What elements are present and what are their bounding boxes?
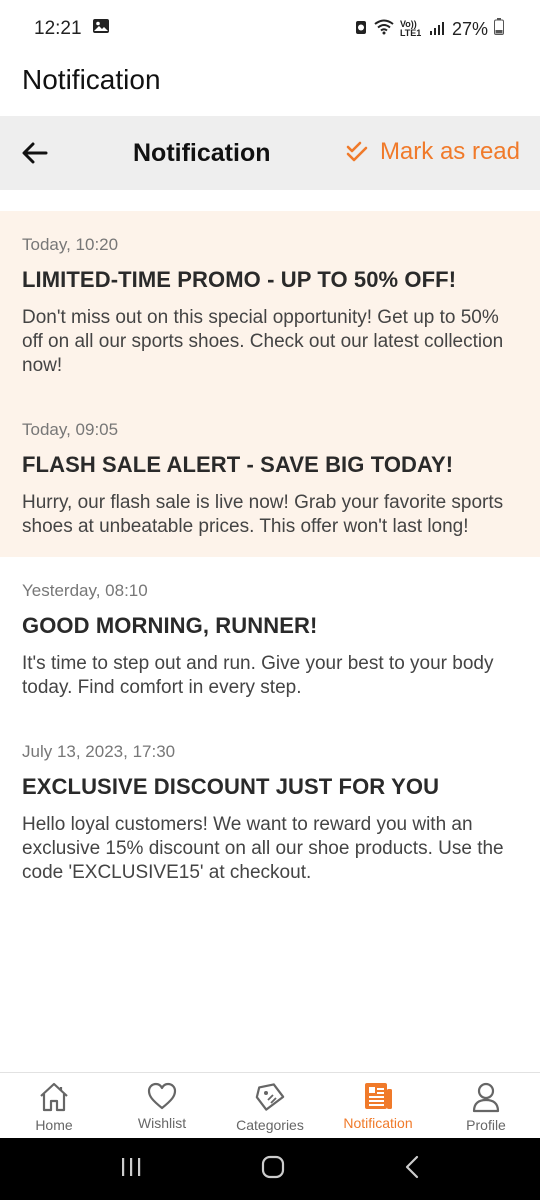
notification-title: LIMITED-TIME PROMO - UP TO 50% OFF!	[22, 267, 457, 292]
wifi-icon	[374, 19, 394, 40]
app-title: Notification	[22, 64, 161, 95]
notification-item[interactable]: Today, 10:20 LIMITED-TIME PROMO - UP TO …	[0, 211, 540, 396]
status-time: 12:21	[34, 18, 82, 39]
battery-percent: 27%	[451, 18, 488, 39]
page-title: Notification	[133, 139, 271, 167]
nav-profile-label: Profile	[466, 1117, 506, 1133]
notification-title: FLASH SALE ALERT - SAVE BIG TODAY!	[22, 452, 454, 477]
nav-notification-label: Notification	[343, 1115, 413, 1131]
nav-categories-label: Categories	[236, 1117, 304, 1133]
notification-time: Today, 10:20	[22, 235, 119, 254]
notification-item[interactable]: Today, 09:05 FLASH SALE ALERT - SAVE BIG…	[0, 396, 540, 557]
nav-wishlist[interactable]: Wishlist	[108, 1073, 216, 1138]
back-button[interactable]	[20, 138, 50, 168]
newspaper-icon	[365, 1083, 392, 1109]
double-check-icon	[346, 141, 368, 162]
mark-as-read-button[interactable]: Mark as read	[346, 138, 520, 166]
notification-body: It's time to step out and run. Give your…	[22, 653, 494, 698]
nav-categories[interactable]: Categories	[216, 1073, 324, 1138]
nav-profile[interactable]: Profile	[432, 1073, 540, 1138]
home-circle-icon	[261, 1155, 285, 1178]
mark-as-read-label: Mark as read	[379, 138, 520, 165]
status-bar: 12:21 Vo)) LTE1 27%	[0, 0, 540, 58]
notification-time: Yesterday, 08:10	[22, 581, 148, 600]
header-bar: Notification Mark as read	[0, 116, 540, 190]
heart-icon	[147, 1082, 177, 1110]
notification-title: EXCLUSIVE DISCOUNT JUST FOR YOU	[22, 774, 440, 799]
chevron-left-icon	[406, 1155, 419, 1178]
home-icon	[40, 1082, 68, 1112]
notification-list: Today, 10:20 LIMITED-TIME PROMO - UP TO …	[0, 211, 540, 903]
notification-item[interactable]: Yesterday, 08:10 GOOD MORNING, RUNNER! I…	[0, 557, 540, 718]
notification-body: Don't miss out on this special opportuni…	[22, 307, 504, 376]
system-nav-bar	[0, 1138, 540, 1200]
tag-icon	[255, 1083, 285, 1111]
home-button[interactable]	[261, 1155, 285, 1184]
notification-body: Hurry, our flash sale is live now! Grab …	[22, 492, 504, 537]
signal-icon	[429, 19, 446, 40]
nav-wishlist-label: Wishlist	[137, 1115, 187, 1131]
nav-home[interactable]: Home	[0, 1073, 108, 1138]
notification-item[interactable]: July 13, 2023, 17:30 EXCLUSIVE DISCOUNT …	[0, 718, 540, 903]
recent-apps-button[interactable]	[120, 1157, 142, 1182]
user-icon	[472, 1082, 500, 1113]
notification-time: Today, 09:05	[22, 420, 119, 439]
back-system-button[interactable]	[404, 1155, 420, 1184]
notification-title: GOOD MORNING, RUNNER!	[22, 613, 318, 638]
network-label: Vo)) LTE1	[399, 19, 422, 38]
battery-icon	[494, 18, 504, 40]
recent-apps-icon	[121, 1157, 140, 1176]
nav-home-label: Home	[35, 1117, 73, 1133]
alarm-icon	[354, 19, 368, 40]
nav-notification[interactable]: Notification	[324, 1073, 432, 1138]
arrow-left-icon	[22, 142, 48, 164]
notification-body: Hello loyal customers! We want to reward…	[22, 814, 504, 883]
notification-time: July 13, 2023, 17:30	[22, 742, 176, 761]
gallery-icon	[92, 18, 110, 40]
bottom-nav: Home Wishlist Categories Notification Pr…	[0, 1072, 540, 1138]
